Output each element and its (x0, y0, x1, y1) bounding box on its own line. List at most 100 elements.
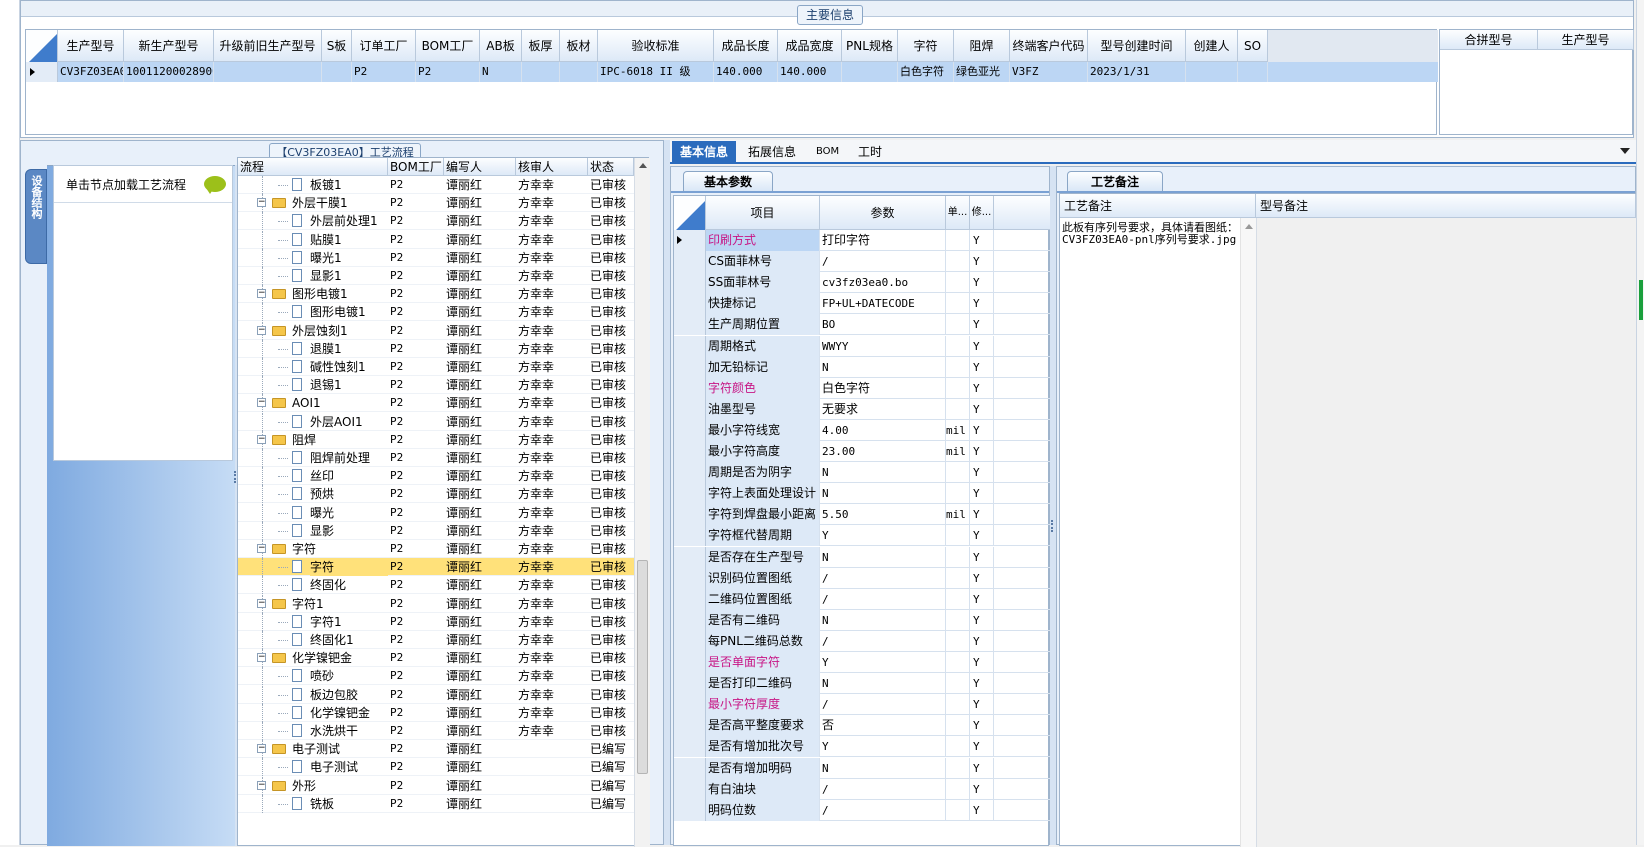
collapse-toggle-icon[interactable]: − (257, 598, 266, 608)
collapse-toggle-icon[interactable]: − (257, 289, 266, 299)
param-row[interactable]: 是否打印二维码 N Y (674, 673, 1050, 695)
main-cell[interactable]: 绿色亚光 (954, 62, 1010, 82)
tree-row[interactable]: 喷砂 P2 谭丽红 方幸幸 已审核 (238, 667, 634, 686)
param-value[interactable]: / (820, 694, 946, 716)
param-row[interactable]: 最小字符线宽 4.00 mil Y (674, 419, 1050, 441)
param-row[interactable]: 最小字符高度 23.00 mil Y (674, 441, 1050, 462)
params-col-header[interactable]: 修... (970, 196, 994, 230)
tree-row[interactable]: − 字符1 P2 谭丽红 方幸幸 已审核 (238, 594, 634, 613)
main-col-header[interactable]: SO (1238, 30, 1268, 62)
param-value[interactable]: N (820, 609, 946, 631)
tree-row[interactable]: 碱性蚀刻1 P2 谭丽红 方幸幸 已审核 (238, 358, 634, 376)
param-value[interactable]: BO (820, 314, 946, 336)
param-value[interactable]: / (820, 630, 946, 652)
tab-bom[interactable]: BOM (808, 141, 847, 163)
param-row[interactable]: 字符框代替周期 Y Y (674, 525, 1050, 547)
main-cell[interactable]: N (480, 62, 522, 82)
param-row[interactable]: 周期是否为阴字 N Y (674, 462, 1050, 484)
tree-col-header[interactable]: BOM工厂 (388, 158, 444, 176)
param-value[interactable]: / (820, 799, 946, 821)
tree-node-name[interactable]: 贴膜1 (310, 231, 388, 249)
tree-col-header[interactable]: 流程 (238, 158, 388, 176)
collapse-toggle-icon[interactable]: − (257, 544, 266, 553)
tree-scroll-thumb[interactable] (637, 560, 648, 774)
main-col-header[interactable]: PNL规格 (842, 30, 898, 62)
tree-node-name[interactable]: 显影 (310, 522, 388, 540)
load-process-label[interactable]: 单击节点加载工艺流程 (66, 176, 186, 193)
main-col-header[interactable]: 新生产型号 (124, 30, 214, 62)
tree-node-name[interactable]: 板边包胶 (310, 686, 388, 704)
tree-node-name[interactable]: 碱性蚀刻1 (310, 358, 388, 376)
tree-row[interactable]: − 字符 P2 谭丽红 方幸幸 已审核 (238, 540, 634, 558)
tree-node-name[interactable]: 字符 (292, 540, 388, 558)
merge-col-prod[interactable]: 生产型号 (1538, 30, 1634, 50)
model-note-area[interactable] (1256, 218, 1636, 847)
param-row[interactable]: 印刷方式 打印字符 Y (674, 230, 1050, 251)
main-col-header[interactable]: 创建人 (1186, 30, 1238, 62)
tree-row[interactable]: 阻焊前处理 P2 谭丽红 方幸幸 已审核 (238, 449, 634, 467)
tree-row[interactable]: − 外层蚀刻1 P2 谭丽红 方幸幸 已审核 (238, 321, 634, 340)
tree-col-header[interactable]: 核审人 (516, 158, 588, 176)
main-col-header[interactable]: S板 (322, 30, 352, 62)
param-value[interactable]: N (820, 546, 946, 568)
param-value[interactable]: N (820, 757, 946, 779)
tree-row[interactable]: 显影 P2 谭丽红 方幸幸 已审核 (238, 521, 634, 540)
param-row[interactable]: 是否存在生产型号 N Y (674, 546, 1050, 568)
tree-scrollbar[interactable] (634, 158, 650, 847)
param-value[interactable]: / (820, 251, 946, 273)
param-row[interactable]: 字符颜色 白色字符 Y (674, 377, 1050, 399)
tree-node-name[interactable]: 退膜1 (310, 340, 388, 358)
tree-row[interactable]: 字符 P2 谭丽红 方幸幸 已审核 (238, 558, 634, 577)
tree-row[interactable]: 图形电镀1 P2 谭丽红 方幸幸 已审核 (238, 303, 634, 322)
tree-row[interactable]: 字符1 P2 谭丽红 方幸幸 已审核 (238, 612, 634, 631)
notes-tab[interactable]: 工艺备注 (1067, 171, 1163, 191)
collapse-toggle-icon[interactable]: − (257, 398, 266, 408)
tree-node-name[interactable]: 字符 (310, 558, 388, 577)
tree-row[interactable]: 板镀1 P2 谭丽红 方幸幸 已审核 (238, 176, 634, 194)
param-value[interactable]: 否 (820, 715, 946, 737)
main-col-header[interactable]: 型号创建时间 (1088, 30, 1186, 62)
tab-extended-info[interactable]: 拓展信息 (740, 141, 804, 163)
tree-row[interactable]: 终固化1 P2 谭丽红 方幸幸 已审核 (238, 631, 634, 649)
main-col-header[interactable]: 终端客户代码 (1010, 30, 1088, 62)
process-note-text[interactable]: 此板有序列号要求，具体请看图纸：CV3FZ03EA0-pnl序列号要求.jpg (1062, 222, 1238, 246)
param-value[interactable]: 无要求 (820, 398, 946, 420)
param-value[interactable]: WWYY (820, 335, 946, 357)
tree-row[interactable]: 化学镍钯金 P2 谭丽红 方幸幸 已审核 (238, 703, 634, 722)
param-row[interactable]: 最小字符厚度 / Y (674, 694, 1050, 716)
param-row[interactable]: 快捷标记 FP+UL+DATECODE Y (674, 293, 1050, 315)
main-cell[interactable] (522, 62, 560, 82)
tree-row[interactable]: 显影1 P2 谭丽红 方幸幸 已审核 (238, 267, 634, 285)
param-value[interactable]: FP+UL+DATECODE (820, 293, 946, 315)
collapse-toggle-icon[interactable]: − (257, 780, 266, 790)
tree-row[interactable]: 曝光1 P2 谭丽红 方幸幸 已审核 (238, 248, 634, 267)
main-cell[interactable]: IPC-6018 II 级 (598, 62, 714, 82)
main-col-header[interactable]: 验收标准 (598, 30, 714, 62)
main-col-header[interactable]: 字符 (898, 30, 954, 62)
tree-node-name[interactable]: 丝印 (310, 467, 388, 485)
param-row[interactable]: CS面菲林号 / Y (674, 251, 1050, 273)
main-cell[interactable]: CV3FZ03EA0 (58, 62, 124, 82)
param-value[interactable]: 4.00 (820, 419, 946, 441)
tree-node-name[interactable]: 阻焊前处理 (310, 449, 388, 467)
param-row[interactable]: 加无铅标记 N Y (674, 356, 1050, 378)
tree-node-name[interactable]: 预烘 (310, 485, 388, 503)
tree-node-name[interactable]: 字符1 (292, 595, 388, 613)
tree-node-name[interactable]: 电子测试 (310, 758, 388, 776)
main-cell[interactable] (842, 62, 898, 82)
tree-row[interactable]: 曝光 P2 谭丽红 方幸幸 已审核 (238, 503, 634, 522)
tree-node-name[interactable]: 喷砂 (310, 667, 388, 685)
main-cell[interactable]: 10011200028900 (124, 62, 214, 82)
collapse-toggle-icon[interactable]: − (257, 198, 266, 208)
tree-row[interactable]: 外层AOI1 P2 谭丽红 方幸幸 已审核 (238, 412, 634, 431)
param-row[interactable]: 每PNL二维码总数 / Y (674, 630, 1050, 652)
main-cell[interactable] (560, 62, 598, 82)
tree-row[interactable]: 退锡1 P2 谭丽红 方幸幸 已审核 (238, 376, 634, 395)
main-cell[interactable]: 白色字符 (898, 62, 954, 82)
main-cell[interactable] (1238, 62, 1268, 82)
param-value[interactable]: / (820, 588, 946, 610)
collapse-toggle-icon[interactable]: − (257, 325, 266, 335)
main-cell[interactable] (322, 62, 352, 82)
params-col-header[interactable]: 参数 (820, 196, 946, 230)
param-row[interactable]: 二维码位置图纸 / Y (674, 588, 1050, 610)
